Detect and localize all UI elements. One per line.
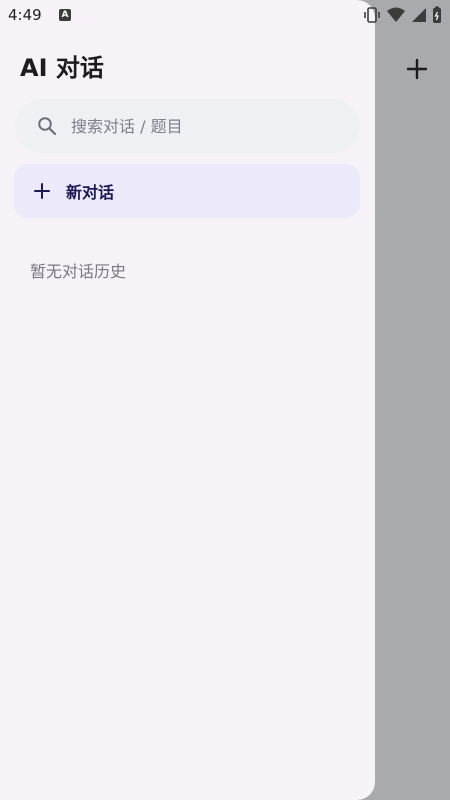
navigation-drawer: AI 对话 新对话 暂无对话历史 bbox=[0, 0, 375, 800]
wifi-icon bbox=[387, 7, 405, 22]
plus-icon bbox=[406, 58, 428, 80]
add-button[interactable] bbox=[402, 54, 432, 84]
vibrate-icon bbox=[364, 7, 380, 23]
battery-icon bbox=[433, 6, 441, 23]
signal-icon bbox=[412, 8, 426, 22]
search-input[interactable] bbox=[69, 115, 333, 137]
plus-icon bbox=[32, 181, 52, 201]
notification-icon: A bbox=[59, 9, 71, 21]
search-bar[interactable] bbox=[15, 99, 360, 153]
search-icon bbox=[36, 115, 58, 137]
empty-history-text: 暂无对话历史 bbox=[30, 262, 127, 281]
status-icons bbox=[363, 6, 442, 24]
status-time: 4:49 bbox=[8, 6, 42, 24]
new-chat-label: 新对话 bbox=[66, 183, 115, 202]
new-chat-button[interactable]: 新对话 bbox=[14, 164, 360, 218]
drawer-title: AI 对话 bbox=[20, 54, 104, 82]
status-bar: 4:49 A bbox=[0, 0, 450, 32]
screen: 4:49 A AI 对话 搜索对话 / 题目 新对话 暂无对话历史 bbox=[0, 0, 450, 800]
